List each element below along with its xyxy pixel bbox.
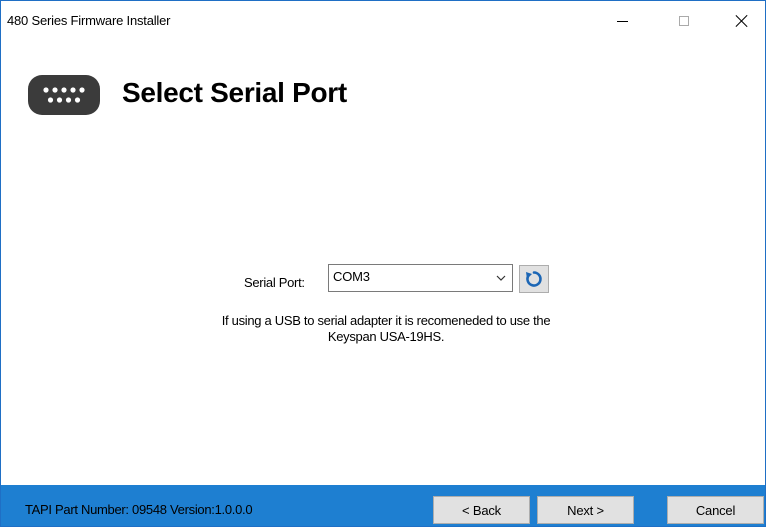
installer-window: 480 Series Firmware Installer Select Ser… <box>0 0 766 527</box>
window-title: 480 Series Firmware Installer <box>7 13 171 28</box>
title-bar: 480 Series Firmware Installer <box>1 1 765 41</box>
close-button[interactable] <box>719 1 765 41</box>
maximize-icon <box>679 16 689 26</box>
back-button[interactable]: < Back <box>433 496 530 524</box>
cancel-button[interactable]: Cancel <box>667 496 764 524</box>
page-title: Select Serial Port <box>122 77 347 108</box>
next-button[interactable]: Next > <box>537 496 634 524</box>
refresh-icon <box>526 271 542 287</box>
serial-port-select[interactable]: COM3 <box>328 264 513 292</box>
refresh-button[interactable] <box>519 265 549 293</box>
serial-port-icon <box>28 75 100 115</box>
minimize-button[interactable] <box>599 1 645 41</box>
hint-line-2: Keyspan USA-19HS. <box>327 329 445 344</box>
chevron-down-icon <box>496 275 506 281</box>
serial-port-value: COM3 <box>333 269 370 284</box>
maximize-button[interactable] <box>661 1 707 41</box>
close-icon <box>735 14 749 28</box>
part-number-version: TAPI Part Number: 09548 Version:1.0.0.0 <box>25 502 253 517</box>
footer-bar: TAPI Part Number: 09548 Version:1.0.0.0 … <box>1 485 765 526</box>
serial-port-label: Serial Port: <box>244 275 305 290</box>
minimize-icon <box>616 20 628 22</box>
hint-line-1: If using a USB to serial adapter it is r… <box>221 313 551 328</box>
usb-adapter-hint: If using a USB to serial adapter it is r… <box>166 313 606 345</box>
